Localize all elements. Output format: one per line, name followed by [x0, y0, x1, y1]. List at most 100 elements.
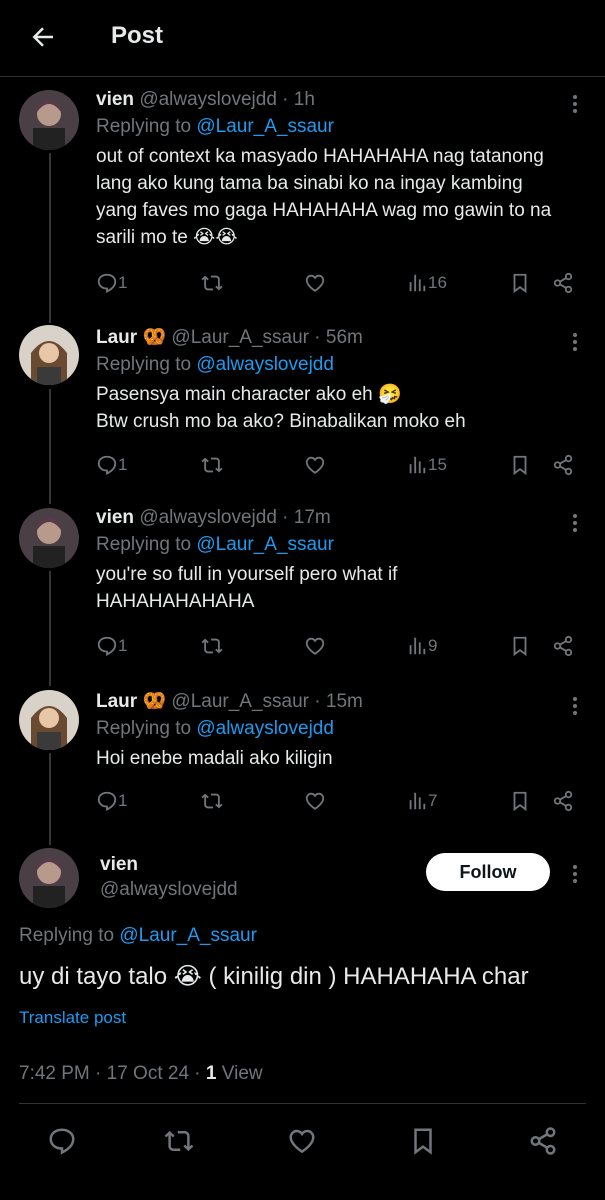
bookmark-button[interactable] — [509, 633, 531, 659]
page-title: Post — [111, 22, 164, 49]
replying-to: Replying to @Laur_A_ssaur — [96, 116, 334, 137]
share-icon[interactable] — [528, 1126, 558, 1156]
thread-line — [49, 389, 51, 504]
more-icon[interactable] — [573, 862, 579, 886]
replying-handle-link[interactable]: @alwayslovejdd — [196, 718, 334, 739]
retweet-button[interactable] — [201, 788, 223, 814]
replying-to: Replying to @Laur_A_ssaur — [96, 534, 334, 555]
more-icon[interactable] — [573, 511, 579, 535]
like-button[interactable] — [304, 788, 326, 814]
replying-handle-link[interactable]: @Laur_A_ssaur — [196, 116, 334, 137]
like-icon — [305, 274, 325, 292]
post-time: · 15m — [314, 691, 363, 712]
reply-button[interactable]: 1 — [96, 270, 127, 296]
reply-icon — [97, 273, 117, 293]
bookmark-icon — [513, 455, 527, 476]
pretzel-emoji: 🥨 — [142, 327, 167, 348]
post-text: out of context ka masyado HAHAHAHA nag t… — [96, 146, 552, 248]
share-button[interactable] — [552, 633, 574, 659]
avatar[interactable] — [19, 508, 79, 568]
author-handle[interactable]: @Laur_A_ssaur — [171, 327, 309, 348]
retweet-button[interactable] — [201, 270, 223, 296]
top-bar: Post — [0, 0, 605, 77]
timestamp: 7:42 PM · 17 Oct 24 · — [19, 1063, 206, 1084]
more-icon[interactable] — [573, 330, 579, 354]
more-icon[interactable] — [573, 92, 579, 116]
bookmark-icon[interactable] — [408, 1126, 438, 1156]
author-name[interactable]: vien — [100, 852, 238, 877]
bookmark-icon — [513, 273, 527, 294]
post-text: you're so full in yourself pero what if … — [96, 564, 398, 612]
post-text: Pasensya main character ako eh 🤧 Btw cru… — [96, 384, 466, 432]
thread-line — [49, 571, 51, 686]
share-button[interactable] — [552, 452, 574, 478]
views-button[interactable]: 9 — [406, 633, 437, 659]
like-button[interactable] — [304, 270, 326, 296]
share-icon — [553, 635, 573, 657]
thread-line — [49, 753, 51, 845]
action-bar: 1 15 — [96, 452, 586, 478]
reply-icon[interactable] — [47, 1126, 77, 1156]
like-icon — [305, 456, 325, 474]
author-name[interactable]: vien — [96, 89, 134, 110]
author-handle[interactable]: @alwayslovejdd — [139, 89, 277, 110]
like-button[interactable] — [304, 633, 326, 659]
follow-button[interactable]: Follow — [426, 853, 550, 891]
main-action-bar — [0, 1124, 605, 1158]
post-text: uy di tayo talo 😭 ( kinilig din ) HAHAHA… — [19, 963, 529, 990]
divider — [19, 1103, 586, 1104]
retweet-icon — [201, 457, 223, 473]
retweet-icon[interactable] — [164, 1126, 194, 1156]
pretzel-emoji: 🥨 — [142, 691, 167, 712]
replying-to: Replying to @alwayslovejdd — [96, 354, 334, 375]
avatar[interactable] — [19, 90, 79, 150]
avatar[interactable] — [19, 325, 79, 385]
views-button[interactable]: 7 — [406, 788, 437, 814]
retweet-icon — [201, 275, 223, 291]
replying-to: Replying to @alwayslovejdd — [96, 718, 334, 739]
bookmark-button[interactable] — [509, 788, 531, 814]
reply-button[interactable]: 1 — [96, 452, 127, 478]
retweet-icon — [201, 793, 223, 809]
views-icon — [409, 456, 426, 474]
author-handle[interactable]: @Laur_A_ssaur — [171, 691, 309, 712]
bookmark-icon — [513, 791, 527, 812]
action-bar: 1 9 — [96, 633, 586, 659]
like-icon — [305, 792, 325, 810]
author-handle[interactable]: @alwayslovejdd — [139, 507, 277, 528]
author-name[interactable]: Laur — [96, 691, 137, 712]
like-icon[interactable] — [287, 1126, 317, 1156]
replying-handle-link[interactable]: @Laur_A_ssaur — [196, 534, 334, 555]
retweet-button[interactable] — [201, 452, 223, 478]
translate-link[interactable]: Translate post — [19, 1006, 126, 1030]
retweet-button[interactable] — [201, 633, 223, 659]
bookmark-button[interactable] — [509, 452, 531, 478]
views-icon — [409, 792, 426, 810]
views-button[interactable]: 16 — [406, 270, 447, 296]
views-count[interactable]: 1 — [206, 1063, 217, 1084]
back-arrow-icon[interactable] — [28, 22, 58, 52]
avatar[interactable] — [19, 690, 79, 750]
author-handle[interactable]: @alwayslovejdd — [100, 877, 238, 902]
views-button[interactable]: 15 — [406, 452, 447, 478]
reply-icon — [97, 455, 117, 475]
author-name[interactable]: vien — [96, 507, 134, 528]
author-name[interactable]: Laur — [96, 327, 137, 348]
retweet-icon — [201, 638, 223, 654]
thread-line — [49, 153, 51, 323]
avatar[interactable] — [19, 848, 79, 908]
replying-handle-link[interactable]: @alwayslovejdd — [196, 354, 334, 375]
bookmark-button[interactable] — [509, 270, 531, 296]
post-time: · 56m — [314, 327, 363, 348]
reply-button[interactable]: 1 — [96, 788, 127, 814]
replying-handle-link[interactable]: @Laur_A_ssaur — [119, 925, 257, 946]
like-button[interactable] — [304, 452, 326, 478]
share-button[interactable] — [552, 788, 574, 814]
more-icon[interactable] — [573, 694, 579, 718]
share-button[interactable] — [552, 270, 574, 296]
post-time: · 1h — [282, 89, 315, 110]
share-icon — [553, 272, 573, 294]
share-icon — [553, 454, 573, 476]
reply-button[interactable]: 1 — [96, 633, 127, 659]
action-bar: 1 16 — [96, 270, 586, 296]
